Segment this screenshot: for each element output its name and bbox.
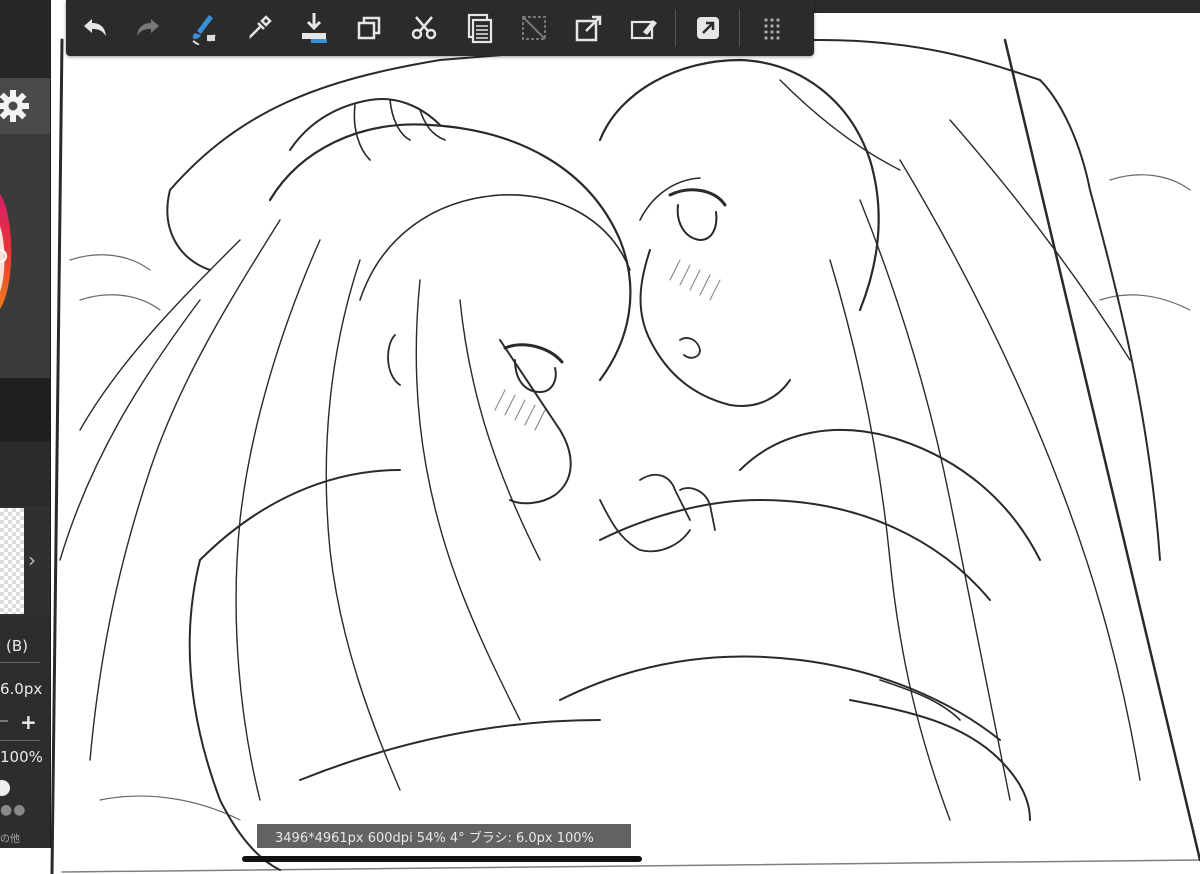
brush-size-slider[interactable] — [0, 720, 8, 722]
eyedropper-icon — [248, 15, 272, 39]
settings-button[interactable] — [0, 78, 50, 134]
paste-button[interactable] — [451, 0, 506, 56]
opacity-slider-knob[interactable] — [0, 780, 10, 796]
more-dots-icon[interactable]: ●● — [0, 802, 26, 818]
redo-icon — [136, 19, 159, 36]
divider — [0, 662, 40, 663]
left-panel-top — [0, 0, 50, 78]
brush-preview — [0, 508, 24, 614]
scissors-icon — [411, 16, 436, 40]
status-bar: 3496*4961px 600dpi 54% 4° ブラシ: 6.0px 100… — [257, 824, 631, 848]
color-wheel-panel[interactable] — [0, 134, 50, 378]
brush-size-value[interactable]: 6.0px — [0, 680, 42, 698]
panel-section — [0, 442, 50, 506]
brush-eraser-toggle-icon — [191, 15, 216, 45]
drawing-canvas[interactable] — [0, 0, 1200, 874]
brush-shortcut-label: (B) — [6, 637, 28, 655]
chevron-right-icon[interactable]: › — [28, 548, 36, 572]
status-text: 3496*4961px 600dpi 54% 4° ブラシ: 6.0px 100… — [275, 830, 594, 846]
home-indicator[interactable] — [242, 856, 642, 862]
grid-menu-icon — [763, 18, 780, 40]
line-art — [50, 38, 1200, 874]
clear-icon — [630, 20, 657, 40]
gear-icon — [0, 90, 29, 122]
deselect-icon — [521, 16, 546, 40]
deselect-button[interactable] — [506, 0, 561, 56]
download-button[interactable] — [286, 0, 341, 56]
transform-icon — [575, 15, 601, 42]
cut-button[interactable] — [396, 0, 451, 56]
share-button[interactable] — [680, 0, 735, 56]
divider — [0, 740, 40, 741]
color-wheel[interactable] — [0, 134, 50, 378]
top-toolbar — [66, 0, 814, 56]
brush-size-plus-button[interactable]: + — [20, 710, 37, 734]
copy-button[interactable] — [341, 0, 396, 56]
download-icon — [301, 13, 327, 43]
paste-icon — [467, 13, 492, 44]
brush-opacity-value[interactable]: 100% — [0, 748, 43, 766]
top-bar-right — [814, 0, 1200, 13]
brush-eraser-toggle-button[interactable] — [176, 0, 231, 56]
other-label: の他 — [0, 834, 20, 845]
clear-button[interactable] — [616, 0, 671, 56]
undo-icon — [83, 19, 106, 36]
copy-icon — [357, 16, 380, 40]
toolbar-separator — [675, 9, 676, 47]
panel-section — [0, 378, 50, 442]
undo-button[interactable] — [66, 0, 121, 56]
share-icon — [696, 17, 719, 39]
left-panel: › (B) 6.0px + 100% ●● の他 — [0, 0, 51, 848]
eyedropper-button[interactable] — [231, 0, 286, 56]
transform-button[interactable] — [561, 0, 616, 56]
toolbar-separator — [739, 9, 740, 47]
redo-button[interactable] — [121, 0, 176, 56]
grid-menu-button[interactable] — [744, 0, 799, 56]
